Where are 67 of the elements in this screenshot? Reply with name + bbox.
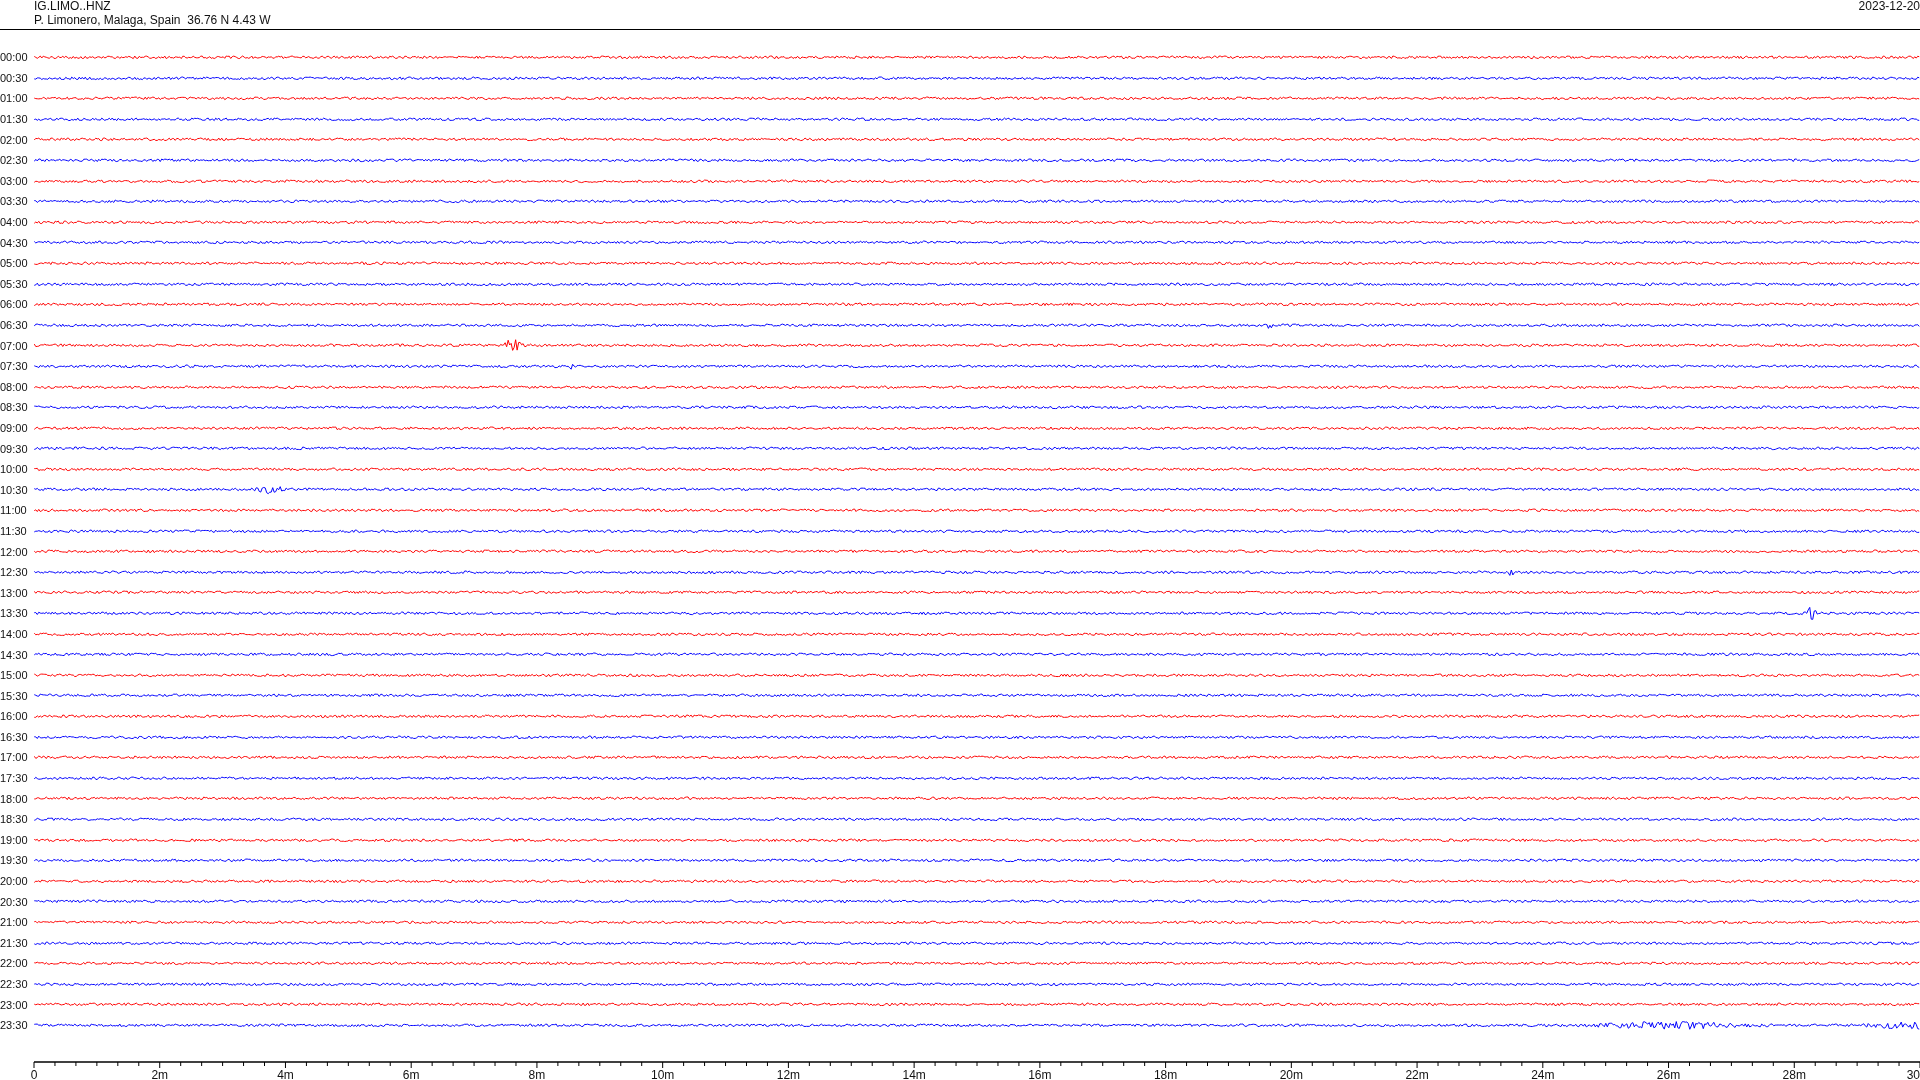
- time-label: 08:30: [0, 401, 29, 414]
- tick-label: 30: [1906, 1067, 1920, 1080]
- time-label: 20:00: [0, 875, 29, 888]
- time-label: 04:00: [0, 216, 29, 229]
- tick-label: 28m: [1782, 1067, 1806, 1080]
- time-label: 19:00: [0, 833, 29, 846]
- time-label: 12:00: [0, 545, 29, 558]
- time-label: 06:00: [0, 298, 29, 311]
- time-label: 22:00: [0, 957, 29, 970]
- time-label: 05:00: [0, 257, 29, 270]
- time-label: 02:00: [0, 133, 29, 146]
- time-label: 01:30: [0, 113, 29, 126]
- time-label: 04:30: [0, 236, 29, 249]
- time-label: 14:30: [0, 648, 29, 661]
- time-label: 15:00: [0, 669, 29, 682]
- time-label: 21:00: [0, 916, 29, 929]
- tick-label: 24m: [1531, 1067, 1555, 1080]
- time-label: 02:30: [0, 154, 29, 167]
- tick-label: 8m: [528, 1067, 546, 1080]
- record-date: 2023-12-20: [1858, 0, 1920, 13]
- time-label: 16:30: [0, 730, 29, 743]
- time-label: 20:30: [0, 895, 29, 908]
- time-label: 12:30: [0, 566, 29, 579]
- tick-label: 6m: [402, 1067, 420, 1080]
- time-label: 06:30: [0, 319, 29, 331]
- station-code: IG.LIMO..HNZ: [34, 0, 112, 13]
- tick-label: 4m: [277, 1067, 294, 1080]
- tick-label: 12m: [776, 1067, 801, 1080]
- time-label: 16:00: [0, 710, 29, 723]
- tick-label: 0: [30, 1067, 38, 1080]
- time-label: 23:00: [0, 998, 29, 1011]
- time-label: 09:00: [0, 422, 29, 434]
- station-location: P. Limonero, Malaga, Spain 36.76 N 4.43 W: [34, 14, 271, 27]
- time-label: 00:30: [0, 71, 29, 84]
- time-label: 23:30: [0, 1019, 29, 1032]
- time-label: 18:00: [0, 792, 29, 805]
- time-label: 07:30: [0, 360, 29, 373]
- time-label: 11:00: [0, 504, 28, 517]
- time-label: 00:00: [0, 51, 29, 64]
- time-label: 18:30: [0, 813, 29, 826]
- time-label: 17:30: [0, 772, 29, 785]
- time-label: 11:30: [0, 524, 28, 537]
- time-label: 01:00: [0, 92, 29, 105]
- time-label: 17:00: [0, 751, 29, 764]
- tick-label: 18m: [1153, 1067, 1178, 1080]
- tick-label: 16m: [1028, 1067, 1052, 1080]
- tick-label: 22m: [1405, 1067, 1429, 1080]
- tick-label: 2m: [151, 1067, 169, 1080]
- time-label: 08:00: [0, 380, 29, 393]
- time-label: 10:00: [0, 463, 29, 476]
- time-label: 13:30: [0, 607, 29, 620]
- time-label: 22:30: [0, 978, 29, 990]
- time-label: 03:30: [0, 195, 29, 208]
- time-label: 05:30: [0, 277, 29, 290]
- time-label: 13:00: [0, 586, 29, 599]
- time-label: 10:30: [0, 483, 29, 496]
- tick-label: 10m: [651, 1067, 675, 1080]
- time-label: 15:30: [0, 689, 29, 702]
- tick-label: 26m: [1656, 1067, 1681, 1080]
- time-label: 09:30: [0, 442, 29, 455]
- tick-label: 14m: [902, 1067, 926, 1080]
- time-label: 03:00: [0, 174, 29, 187]
- time-label: 19:30: [0, 854, 29, 867]
- tick-label: 20m: [1279, 1067, 1303, 1080]
- time-label: 14:00: [0, 627, 29, 640]
- time-label: 21:30: [0, 936, 29, 949]
- time-label: 07:00: [0, 339, 29, 352]
